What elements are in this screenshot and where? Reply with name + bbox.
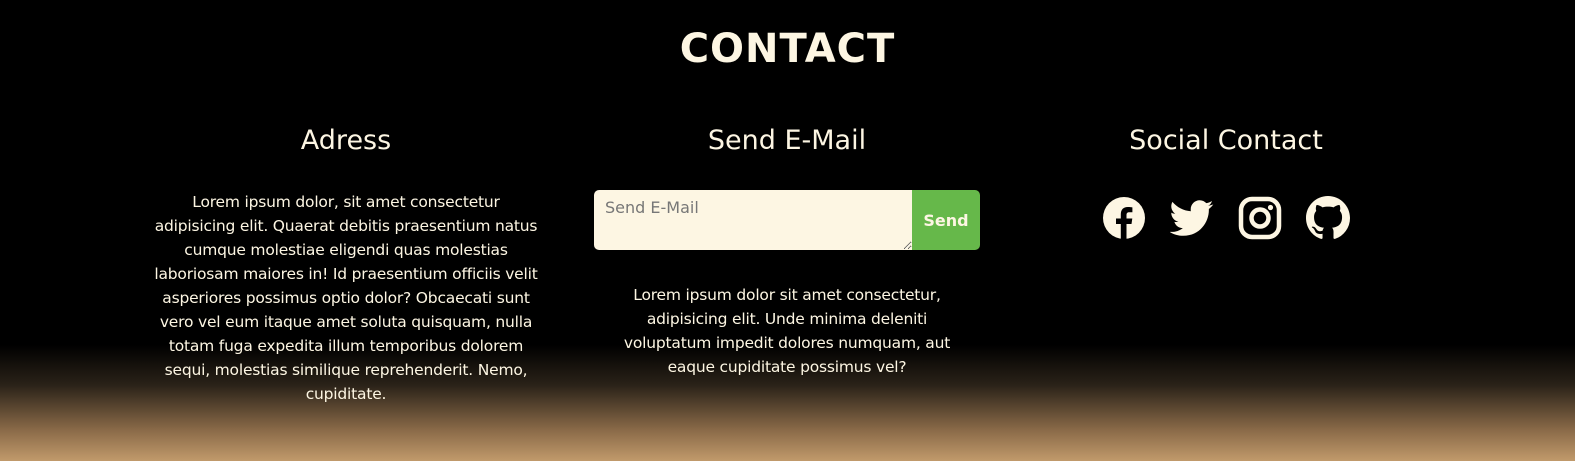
facebook-icon[interactable]: [1102, 196, 1146, 240]
email-heading: Send E-Mail: [707, 125, 867, 156]
page-title: CONTACT: [679, 26, 896, 72]
address-heading: Adress: [300, 125, 392, 156]
email-section: Send E-Mail Send Lorem ipsum dolor sit a…: [594, 122, 980, 379]
address-text: Lorem ipsum dolor, sit amet consectetur …: [154, 193, 538, 403]
github-icon[interactable]: [1306, 196, 1350, 240]
address-section: Adress Lorem ipsum dolor, sit amet conse…: [150, 122, 542, 406]
social-section: Social Contact: [1030, 122, 1422, 240]
send-button[interactable]: Send: [912, 190, 980, 250]
email-text: Lorem ipsum dolor sit amet consectetur, …: [623, 286, 951, 376]
email-input[interactable]: [594, 190, 912, 250]
email-form: Send: [594, 190, 980, 250]
twitter-icon[interactable]: [1170, 196, 1214, 240]
instagram-icon[interactable]: [1238, 196, 1282, 240]
social-heading: Social Contact: [1129, 125, 1323, 156]
social-icons: [1030, 196, 1422, 240]
